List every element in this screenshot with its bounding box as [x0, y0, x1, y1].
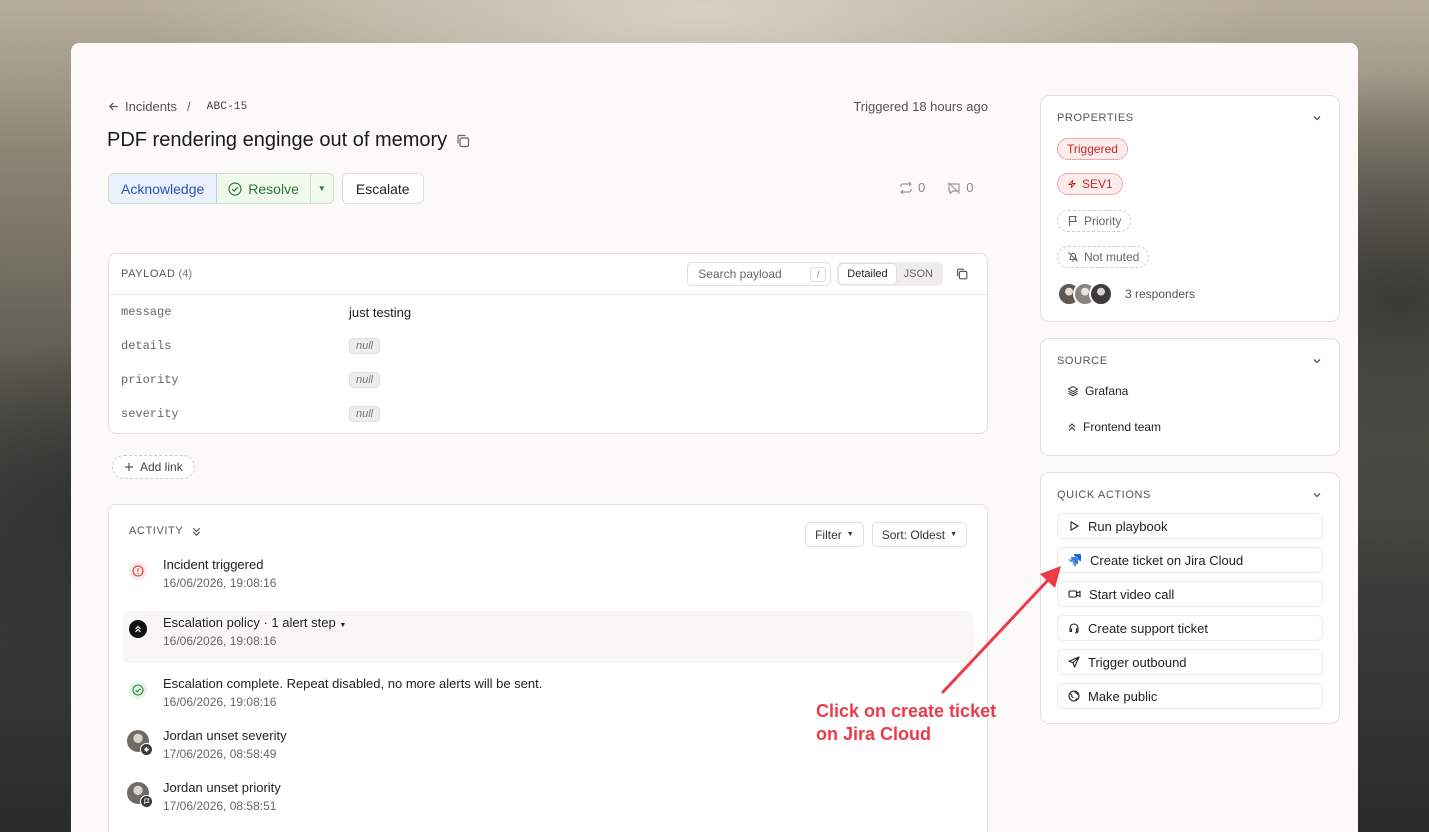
source-header: SOURCE [1057, 355, 1323, 367]
copy-payload-icon[interactable] [949, 262, 975, 286]
flag-icon [1068, 215, 1077, 226]
counters: 0 0 [899, 180, 973, 195]
view-toggle: Detailed JSON [837, 262, 943, 286]
status-badge[interactable]: Triggered [1057, 138, 1128, 160]
layers-icon [1067, 385, 1079, 397]
start-video-call-button[interactable]: Start video call [1057, 581, 1323, 607]
headset-icon [1069, 623, 1079, 634]
status-button-group: Acknowledge Resolve ▼ [108, 173, 334, 204]
add-link-button[interactable]: Add link [112, 455, 195, 479]
trigger-outbound-button[interactable]: Trigger outbound [1057, 649, 1323, 675]
mute-selector[interactable]: Not muted [1057, 246, 1150, 268]
copy-icon[interactable] [455, 133, 471, 149]
incident-card: Incidents / ABC-15 Triggered 18 hours ag… [71, 43, 1358, 832]
priority-badge-icon [140, 795, 153, 808]
source-panel: SOURCE Grafana Frontend team [1040, 338, 1340, 456]
incident-code: ABC-15 [206, 100, 248, 113]
incident-actions: Acknowledge Resolve ▼ Escalate [108, 173, 424, 204]
activity-event[interactable]: Escalation policy · 1 alert step ▼ 16/06… [123, 611, 973, 663]
activity-event: Incident triggered 16/06/2026, 19:08:16 [123, 557, 973, 590]
reroute-counter[interactable]: 0 [899, 180, 925, 195]
severity-badge[interactable]: SEV1 [1057, 173, 1123, 195]
activity-tools: Filter ▼ Sort: Oldest ▼ [805, 522, 967, 547]
responder-avatars [1057, 282, 1113, 306]
detailed-view-tab[interactable]: Detailed [839, 264, 896, 284]
send-icon [1068, 656, 1080, 668]
bell-off-icon [1068, 252, 1078, 262]
resolve-label: Resolve [248, 180, 299, 197]
resolve-button[interactable]: Resolve [217, 174, 311, 203]
filter-button[interactable]: Filter ▼ [805, 522, 864, 547]
properties-header: PROPERTIES [1057, 112, 1323, 124]
triggered-time: Triggered 18 hours ago [853, 99, 988, 114]
chevrons-up-icon [1068, 423, 1076, 431]
chevrons-down-icon[interactable] [191, 526, 202, 537]
shortcut-key: / [810, 266, 827, 282]
acknowledge-button[interactable]: Acknowledge [108, 174, 218, 203]
jira-icon [1068, 554, 1081, 567]
activity-panel: ACTIVITY Filter ▼ Sort: Oldest ▼ Incident … [108, 504, 988, 832]
payload-row: priority null [109, 363, 987, 397]
payload-row: message just testing [121, 304, 412, 320]
quick-actions-header: QUICK ACTIONS [1057, 489, 1323, 501]
search-placeholder: Search payload [698, 267, 782, 281]
payload-header: PAYLOAD (4) Search payload / Detailed JSO… [109, 254, 987, 295]
avatar [1089, 282, 1113, 306]
payload-row: details null [109, 329, 987, 363]
escalate-button[interactable]: Escalate [341, 173, 424, 204]
payload-panel: PAYLOAD (4) Search payload / Detailed JSO… [108, 253, 988, 434]
breadcrumb: Incidents / ABC-15 [108, 99, 247, 114]
create-jira-ticket-button[interactable]: Create ticket on Jira Cloud [1057, 547, 1323, 573]
activity-label: ACTIVITY [129, 525, 184, 537]
repeat-icon [900, 181, 912, 194]
video-icon [1068, 590, 1081, 598]
alert-circle-icon [129, 562, 147, 580]
payload-label: PAYLOAD (4) [121, 268, 192, 280]
chevron-down-icon[interactable] [1311, 112, 1323, 124]
plus-icon [124, 462, 134, 472]
activity-event: Jordan unset priority 17/06/2026, 08:58:… [123, 780, 973, 813]
source-integration[interactable]: Grafana [1067, 384, 1128, 398]
breadcrumb-incidents-link[interactable]: Incidents [125, 99, 177, 114]
responders[interactable]: 3 responders [1057, 282, 1195, 306]
play-icon [1070, 521, 1079, 531]
resolve-dropdown-button[interactable]: ▼ [310, 174, 333, 203]
create-support-ticket-button[interactable]: Create support ticket [1057, 615, 1323, 641]
check-circle-icon [228, 181, 242, 196]
activity-header: ACTIVITY [129, 525, 202, 537]
source-team[interactable]: Frontend team [1067, 420, 1161, 434]
check-circle-icon [129, 681, 147, 699]
escalation-policy-label[interactable]: Escalation policy · 1 alert step ▼ [163, 615, 973, 630]
caret-down-icon: ▼ [950, 531, 957, 538]
payload-row: severity null [109, 397, 987, 431]
chevron-down-icon[interactable] [1311, 355, 1323, 367]
json-view-tab[interactable]: JSON [896, 264, 941, 284]
instruction-annotation: Click on create ticket on Jira Cloud [816, 701, 997, 744]
page-title: PDF rendering enginge out of memory [107, 129, 471, 152]
make-public-button[interactable]: Make public [1057, 683, 1323, 709]
caret-down-icon: ▼ [846, 531, 854, 538]
severity-badge-icon [140, 743, 153, 756]
properties-panel: PROPERTIES Triggered SEV1 Priority Not m… [1040, 95, 1340, 322]
sort-button[interactable]: Sort: Oldest ▼ [871, 522, 967, 547]
message-off-icon [948, 181, 961, 195]
priority-selector[interactable]: Priority [1057, 210, 1132, 232]
caret-down-icon: ▼ [317, 184, 326, 193]
lightning-icon [1067, 179, 1077, 189]
escalation-icon [129, 620, 147, 638]
quick-actions-panel: QUICK ACTIONS Run playbook Create ticket… [1040, 472, 1340, 724]
search-payload-input[interactable]: Search payload / [687, 262, 832, 286]
incident-title: PDF rendering enginge out of memory [107, 129, 448, 151]
chevron-down-icon[interactable] [1311, 489, 1323, 501]
run-playbook-button[interactable]: Run playbook [1057, 513, 1323, 539]
globe-icon [1068, 690, 1080, 702]
breadcrumb-separator: / [187, 99, 191, 114]
payload-tools: Search payload / Detailed JSON [687, 262, 975, 286]
muted-counter[interactable]: 0 [947, 180, 973, 195]
back-arrow-icon[interactable] [108, 101, 119, 112]
caret-down-icon: ▼ [339, 622, 347, 629]
